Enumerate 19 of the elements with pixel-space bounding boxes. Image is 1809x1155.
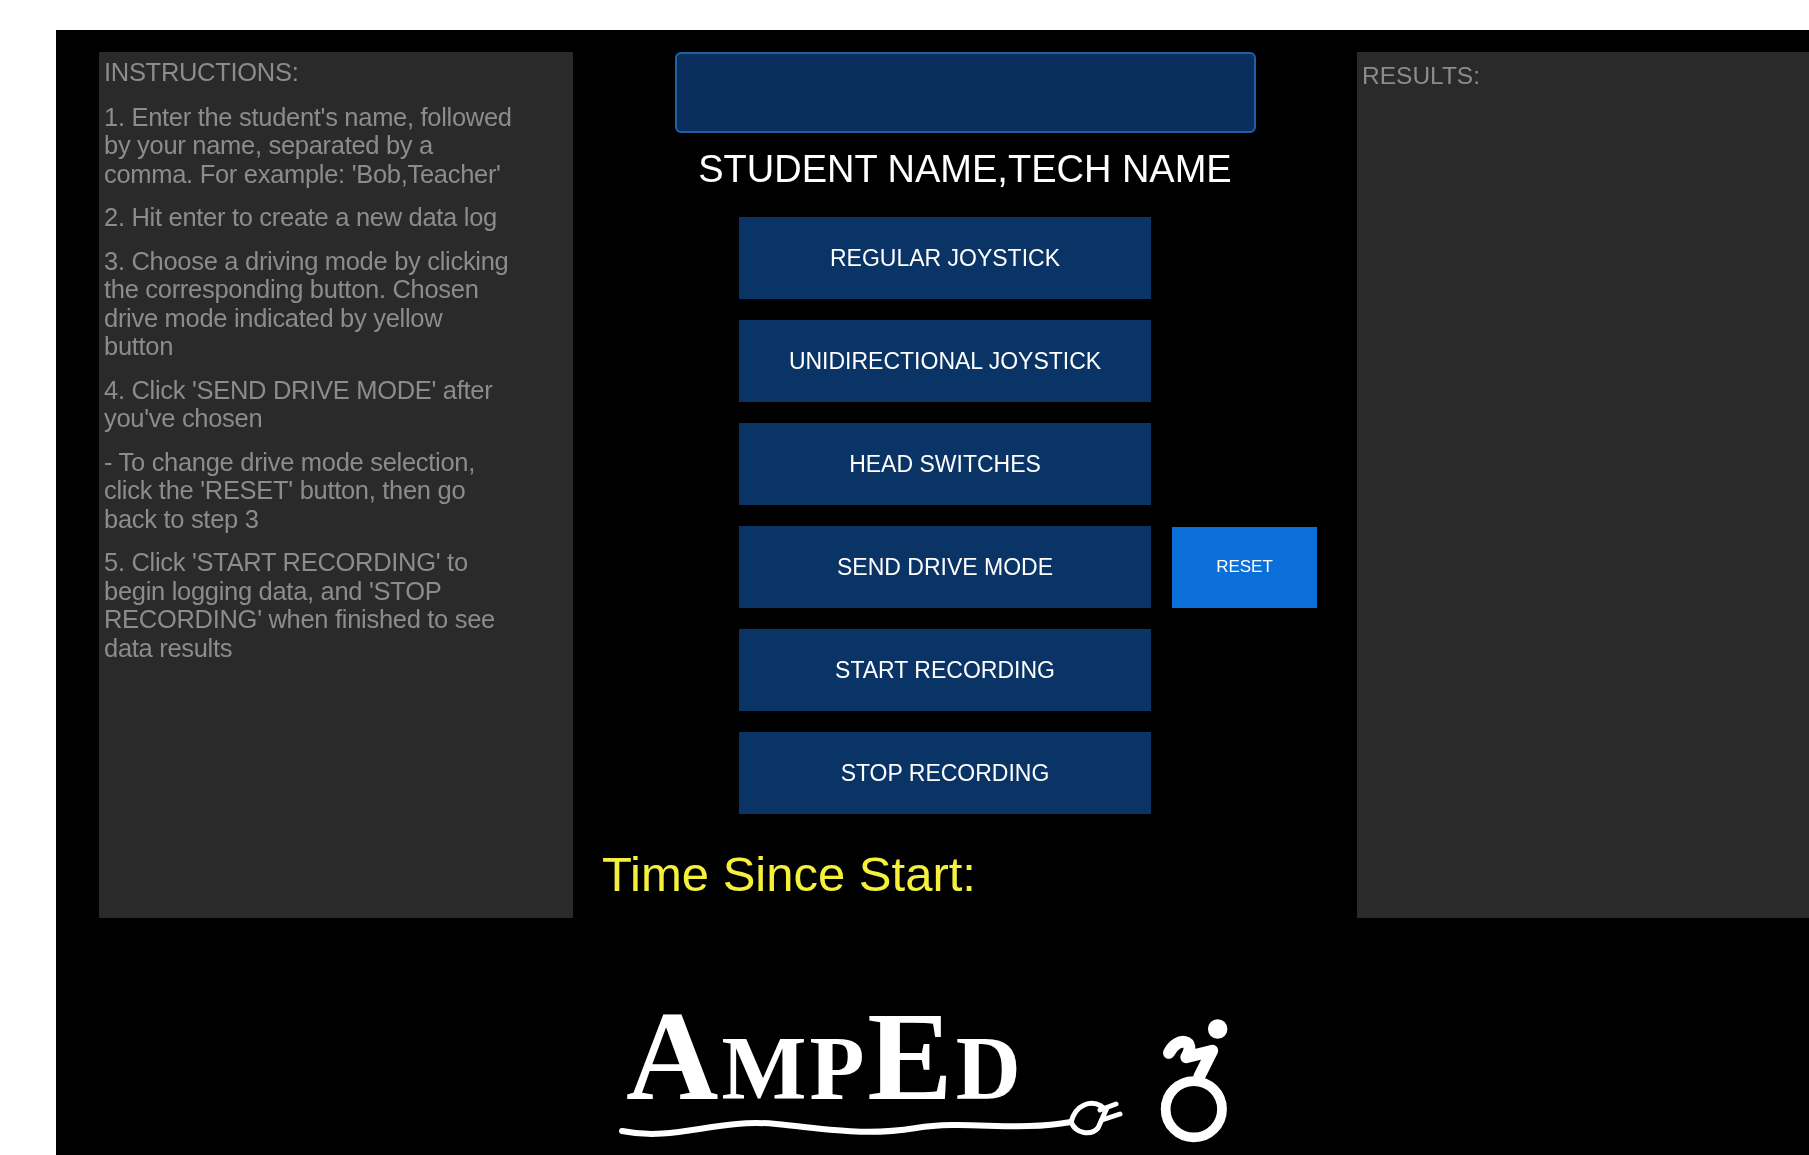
name-field-label: STUDENT NAME,TECH NAME (698, 147, 1232, 192)
instruction-step: - To change drive mode selection, click the 'RESET' button, then go back to step 3 (104, 447, 513, 533)
instruction-step: 3. Choose a driving mode by clicking the corresponding button. Chosen drive mode indicated by yellow button (104, 246, 513, 361)
mode-button[interactable]: REGULAR JOYSTICK (739, 217, 1151, 299)
logo-text: AmpEd (626, 992, 1024, 1120)
instruction-step: 4. Click 'SEND DRIVE MODE' after you've chosen (104, 375, 513, 433)
mode-button[interactable]: START RECORDING (739, 629, 1151, 711)
mode-button[interactable]: HEAD SWITCHES (739, 423, 1151, 505)
instruction-step: 5. Click 'START RECORDING' to begin logging data, and 'STOP RECORDING' when finished to see data results (104, 548, 513, 662)
instructions-title: INSTRUCTIONS: (104, 58, 300, 87)
instruction-step: 2. Hit enter to create a new data log (104, 203, 513, 232)
mode-button[interactable]: UNIDIRECTIONAL JOYSTICK (739, 320, 1151, 402)
input-field[interactable] (674, 52, 1256, 133)
mode-button[interactable]: STOP RECORDING (739, 732, 1151, 814)
results-title: RESULTS: (1362, 61, 1481, 91)
timer-label: Time Since Start: (602, 846, 976, 903)
instruction-step: 1. Enter the student's name, followed by your name, separated by a comma. For example: 'Bob,Teacher' (104, 102, 513, 188)
reset-button[interactable]: RESET (1172, 526, 1317, 608)
mode-button[interactable]: SEND DRIVE MODE (739, 526, 1151, 608)
